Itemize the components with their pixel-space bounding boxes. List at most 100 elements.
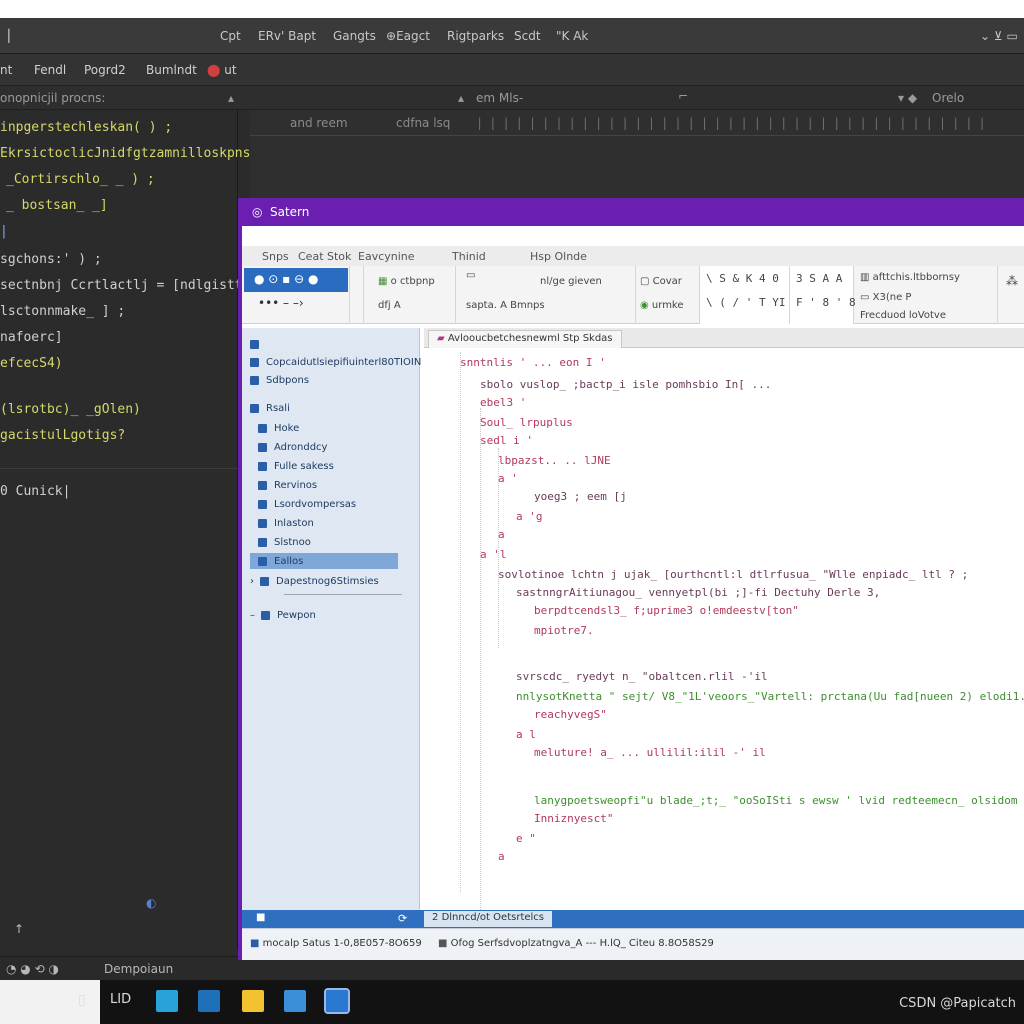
toolbar-item-1[interactable]: nt: [0, 63, 12, 77]
code-line: sgchons:' ) ;: [0, 252, 102, 267]
sidebar-item[interactable]: Rsali: [250, 400, 290, 416]
menu-item-1[interactable]: Cpt: [220, 29, 241, 43]
ribbon-item[interactable]: sapta. A Bmnps: [466, 300, 545, 311]
ribbon-item[interactable]: nl/ge gieven: [540, 276, 602, 287]
menu-item-2[interactable]: Ceat Stok: [298, 250, 351, 263]
code-editor[interactable]: snntnlis ' ... eon I ' sbolo vuslop_ ;ba…: [424, 348, 1024, 928]
code-line: ebel3 ': [480, 396, 527, 409]
pin-icon: ⬤: [207, 63, 221, 77]
divider: [0, 468, 238, 469]
ruler-label-b: cdfna lsq: [396, 116, 451, 130]
code-line: nafoerc]: [0, 330, 63, 345]
indent-guide: [480, 408, 481, 928]
ribbon-symbols[interactable]: \ S & K 4 0: [706, 272, 779, 285]
task-view-icon[interactable]: LID: [110, 992, 131, 1007]
sidebar-item[interactable]: Adronddcy: [258, 439, 327, 455]
menu-item-3[interactable]: Eavcynine: [358, 250, 415, 263]
code-line: Soul_ lrpuplus: [480, 416, 573, 429]
menu-item-2[interactable]: ERv' Bapt: [258, 29, 316, 43]
app-icon: ◎: [252, 205, 263, 219]
folder-icon[interactable]: [242, 990, 264, 1012]
ribbon-item[interactable]: ◉ urmke: [640, 300, 684, 311]
ribbon-symbols[interactable]: 3 S A A: [796, 272, 842, 285]
sidebar-item[interactable]: – Pewpon: [250, 607, 316, 623]
more-options-icon[interactable]: ••• – –›: [258, 296, 304, 310]
code-line: gacistulLgotigs?: [0, 428, 126, 443]
code-line: _ bostsan_ _]: [6, 198, 108, 213]
menu-item-7[interactable]: "K Ak: [556, 29, 588, 43]
title-bar: ◎ Satern: [242, 198, 1024, 226]
window-controls-icon[interactable]: ⌄ ⊻ ▭: [980, 29, 1018, 43]
panel-marker-icon[interactable]: ⌐: [678, 89, 688, 103]
menu-item-4[interactable]: ⊕Eagct: [386, 29, 430, 43]
sidebar-item[interactable]: Sdbpons: [250, 372, 309, 388]
menu-bar: ▕ Cpt ERv' Bapt Gangts ⊕Eagct Rigtparks …: [0, 18, 1024, 54]
toolbar-item-4[interactable]: Bumlndt: [146, 63, 197, 77]
browser-icon[interactable]: [156, 990, 178, 1012]
sidebar-item[interactable]: Hoke: [258, 420, 299, 436]
menu-item-5[interactable]: Rigtparks: [447, 29, 504, 43]
code-line: EkrsictoclicJnidfgtzamnilloskpnsb): [0, 146, 267, 161]
ribbon-group-3: ▭ nl/ge gieven sapta. A Bmnps: [456, 266, 636, 324]
scroll-indicator-icon[interactable]: ◐: [146, 896, 156, 910]
ribbon-symbols[interactable]: F ' 8 ' 8: [796, 296, 856, 309]
panel-arrow-icon[interactable]: ▴: [458, 91, 464, 105]
code-line: snntnlis ' ... eon I ': [460, 356, 606, 369]
file-icon: [258, 480, 267, 490]
toolbar-item-2[interactable]: Fendl: [34, 63, 66, 77]
sidebar-item[interactable]: Inlaston: [258, 515, 314, 531]
sync-icon[interactable]: ⟳: [398, 912, 407, 925]
sparkle-icon[interactable]: ⁂: [1006, 274, 1018, 288]
ribbon-group-6: 3 S A A F ' 8 ' 8: [790, 266, 856, 324]
code-line: lbpazst.. .. lJNE: [498, 454, 611, 467]
left-code-editor[interactable]: inpgerstechleskan( ) ; EkrsictoclicJnidf…: [0, 110, 290, 950]
sidebar-item[interactable]: Fulle sakess: [258, 458, 334, 474]
toolbar-item-5[interactable]: ⬤ ut: [207, 63, 237, 77]
code-line: efcecS4): [0, 356, 63, 371]
settings-icon: ⊕: [386, 29, 397, 43]
sidebar-item[interactable]: Slstnoo: [258, 534, 311, 550]
store-icon[interactable]: [198, 990, 220, 1012]
ribbon-item[interactable]: ▥ afttchis.ltbbornsy: [860, 272, 960, 283]
ribbon-item[interactable]: dfj A: [378, 300, 401, 311]
menu-icon[interactable]: ▕: [0, 29, 9, 43]
sidebar-item[interactable]: Rervinos: [258, 477, 317, 493]
tab-file-icon: ▰: [437, 333, 445, 344]
square-icon[interactable]: ■: [256, 912, 265, 923]
sidebar-item-selected[interactable]: Eallos: [250, 553, 398, 569]
panel-dropdown-icon[interactable]: ▾ ◆: [898, 91, 917, 105]
quick-tools[interactable]: ● ⊙ ▪ ⊖ ●: [244, 268, 348, 292]
collapse-icon: –: [250, 609, 255, 621]
sidebar-item[interactable]: Copcaidutlsiepifiuinterl80TIOIN: [250, 354, 421, 370]
ruler: and reem cdfna lsq |||||||||||||||||||||…: [250, 110, 1024, 136]
file-icon: [261, 610, 270, 620]
photos-icon[interactable]: [284, 990, 306, 1012]
bottom-tab[interactable]: 2 Dlnncd/ot Oetsrtelcs: [424, 911, 552, 927]
menu-item-4[interactable]: Thinid: [452, 250, 486, 263]
code-line: Inniznyesct": [534, 812, 614, 825]
doc-icon[interactable]: ▭: [466, 270, 475, 281]
editor-tab[interactable]: ▰ Avlooucbetchesnewml Stp Skdas: [428, 330, 622, 348]
status-bar: ■ mocalp Satus 1-0,8E057-8O659 ■ Ofog Se…: [242, 928, 1024, 960]
sidebar-item[interactable]: › Dapestnog6Stimsies: [250, 573, 379, 589]
ribbon-item[interactable]: ▢ Covar: [640, 276, 682, 287]
sidebar-item[interactable]: Lsordvompersas: [258, 496, 356, 512]
menu-item-6[interactable]: Scdt: [514, 29, 541, 43]
ribbon-item[interactable]: ▭ X3(ne P: [860, 292, 911, 303]
table-icon: ▥: [860, 272, 870, 283]
ribbon-symbols[interactable]: \ ( / ' T YI: [706, 296, 785, 309]
watermark: CSDN @Papicatch: [899, 996, 1016, 1011]
menu-item-1[interactable]: Snps: [262, 250, 289, 263]
menu-item-5[interactable]: Hsp Olnde: [530, 250, 587, 263]
collapse-icon[interactable]: ▴: [228, 91, 234, 105]
toolbar-item-3[interactable]: Pogrd2: [84, 63, 126, 77]
up-arrow-icon[interactable]: ↑: [14, 922, 24, 936]
ribbon-item[interactable]: ▦ o ctbpnp: [378, 276, 435, 287]
code-line: inpgerstechleskan( ) ;: [0, 120, 173, 135]
status-icon[interactable]: ◔ ◕ ⟲ ◑: [6, 962, 59, 976]
sidebar-item[interactable]: [250, 336, 266, 352]
active-app-icon[interactable]: [324, 988, 350, 1014]
menu-item-3[interactable]: Gangts: [333, 29, 376, 43]
code-line: a 'l: [480, 548, 507, 561]
file-icon[interactable]: ▯: [78, 992, 86, 1008]
